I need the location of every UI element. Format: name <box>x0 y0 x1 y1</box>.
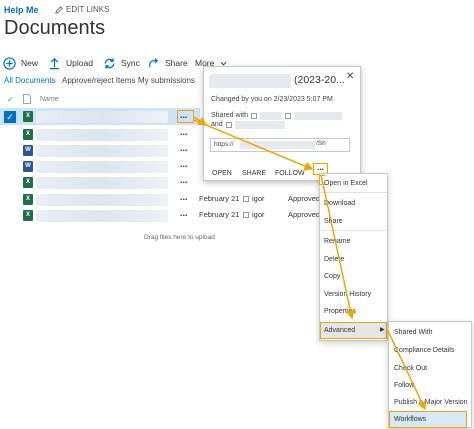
table-row[interactable]: X ... February 21 igor Approved <box>0 191 330 208</box>
sync-label: Sync <box>121 58 140 68</box>
sync-icon <box>104 57 115 69</box>
select-all-checkbox[interactable]: ✓ <box>7 95 14 104</box>
modified-date: February 21 <box>199 194 240 203</box>
row-checkbox[interactable]: ✓ <box>4 111 16 123</box>
share-label: Share <box>165 58 188 68</box>
new-button[interactable]: New <box>3 56 38 70</box>
callout-title: (2023-20... <box>294 74 345 86</box>
presence-icon <box>243 211 249 218</box>
chevron-right-icon: ▶ <box>380 327 385 333</box>
open-button[interactable]: OPEN <box>212 170 232 177</box>
modified-date: February 21 <box>199 210 240 219</box>
menu-item-delete[interactable]: Delete <box>324 256 344 263</box>
excel-file-icon: X <box>23 129 33 140</box>
edit-links-label: EDIT LINKS <box>66 5 110 14</box>
submenu-item-shared-with[interactable]: Shared With <box>394 329 433 336</box>
highlight-box <box>319 175 325 185</box>
menu-item-advanced-label: Advanced <box>324 327 356 334</box>
submenu-item-follow[interactable]: Follow <box>394 382 414 389</box>
submenu-item-compliance-details[interactable]: Compliance Details <box>394 347 454 354</box>
presence-icon <box>243 195 249 202</box>
person-name: igor <box>252 210 265 219</box>
file-type-icon <box>23 94 31 104</box>
url-prefix: https:// <box>214 141 234 148</box>
view-my-submissions[interactable]: My submissions <box>138 76 195 85</box>
edit-links-button[interactable]: EDIT LINKS <box>55 5 109 14</box>
sync-button[interactable]: Sync <box>103 56 140 70</box>
changed-by-text: Changed by you on 2/23/2023 5:07 PM <box>211 96 333 103</box>
page-title: Documents <box>4 17 106 39</box>
shared-and-text: and <box>211 121 223 128</box>
table-row[interactable]: X ... February 21 igor Approved <box>0 207 330 224</box>
row-more-button[interactable]: ... <box>180 175 188 185</box>
approval-status: Approved <box>288 210 321 219</box>
redacted-title <box>209 74 291 88</box>
redacted-url <box>240 141 315 149</box>
callout-share-button[interactable]: SHARE <box>242 170 266 177</box>
modified-by[interactable]: igor <box>243 210 265 219</box>
table-row[interactable]: ✓ X ... <box>0 108 200 125</box>
shared-with-label: Shared with <box>211 112 248 119</box>
menu-item-share[interactable]: Share <box>324 218 343 225</box>
view-all-documents[interactable]: All Documents <box>4 76 56 85</box>
redacted-filename <box>36 177 168 189</box>
row-more-button[interactable]: ... <box>180 192 188 202</box>
redacted-filename <box>36 145 168 157</box>
share-icon <box>149 57 159 67</box>
new-label: New <box>21 58 39 68</box>
table-row[interactable]: X ... <box>0 126 200 143</box>
menu-item-download[interactable]: Download <box>324 200 355 207</box>
submenu-item-publish-major-version[interactable]: Publish a Major Version <box>394 399 468 406</box>
submenu-item-workflows-label: Workflows <box>394 416 427 423</box>
excel-file-icon: X <box>23 111 33 122</box>
excel-file-icon: X <box>23 177 33 188</box>
menu-item-copy[interactable]: Copy <box>324 273 340 280</box>
redacted-filename <box>36 210 168 222</box>
plus-circle-icon <box>3 56 16 70</box>
redacted-user <box>260 112 282 120</box>
row-more-button[interactable]: ... <box>180 208 188 218</box>
excel-file-icon: X <box>23 194 33 205</box>
redacted-filename <box>36 111 168 123</box>
pencil-icon <box>55 5 63 14</box>
menu-item-version-history[interactable]: Version History <box>324 291 371 298</box>
menu-item-properties[interactable]: Properties <box>324 308 356 315</box>
modified-by[interactable]: igor <box>243 194 265 203</box>
table-row[interactable]: W ... <box>0 142 200 159</box>
menu-item-rename[interactable]: Rename <box>324 238 350 245</box>
redacted-filename <box>36 194 168 206</box>
column-header-name[interactable]: Name <box>40 96 59 103</box>
redacted-filename <box>36 129 168 141</box>
upload-label: Upload <box>66 58 93 68</box>
excel-file-icon: X <box>23 210 33 221</box>
presence-icon <box>226 122 232 128</box>
row-more-button[interactable]: ... <box>180 127 188 137</box>
row-more-button[interactable]: ... <box>180 143 188 153</box>
presence-icon <box>251 113 257 119</box>
view-approve-reject[interactable]: Approve/reject Items <box>62 76 135 85</box>
url-suffix: /Sh <box>316 140 326 147</box>
drag-upload-hint: Drag files here to upload <box>144 234 215 241</box>
redacted-user <box>235 121 285 129</box>
highlight-box <box>177 110 194 123</box>
word-file-icon: W <box>23 161 33 172</box>
submenu-item-check-out[interactable]: Check Out <box>394 365 427 372</box>
upload-icon <box>49 57 60 69</box>
approval-status: Approved <box>288 194 321 203</box>
follow-button[interactable]: FOLLOW <box>275 170 305 177</box>
row-more-button[interactable]: ... <box>180 159 188 169</box>
person-name: igor <box>252 194 265 203</box>
menu-divider <box>320 230 387 231</box>
word-file-icon: W <box>23 145 33 156</box>
close-icon[interactable]: ✕ <box>346 71 354 82</box>
presence-icon <box>285 113 291 119</box>
redacted-user <box>294 112 342 120</box>
help-me-link[interactable]: Help Me <box>4 5 39 15</box>
share-button[interactable]: Share <box>147 56 188 70</box>
menu-divider <box>320 192 387 193</box>
upload-button[interactable]: Upload <box>48 56 93 70</box>
menu-item-open-in-excel[interactable]: Open in Excel <box>324 180 368 187</box>
table-row[interactable]: W ... <box>0 158 200 175</box>
redacted-filename <box>36 161 168 173</box>
